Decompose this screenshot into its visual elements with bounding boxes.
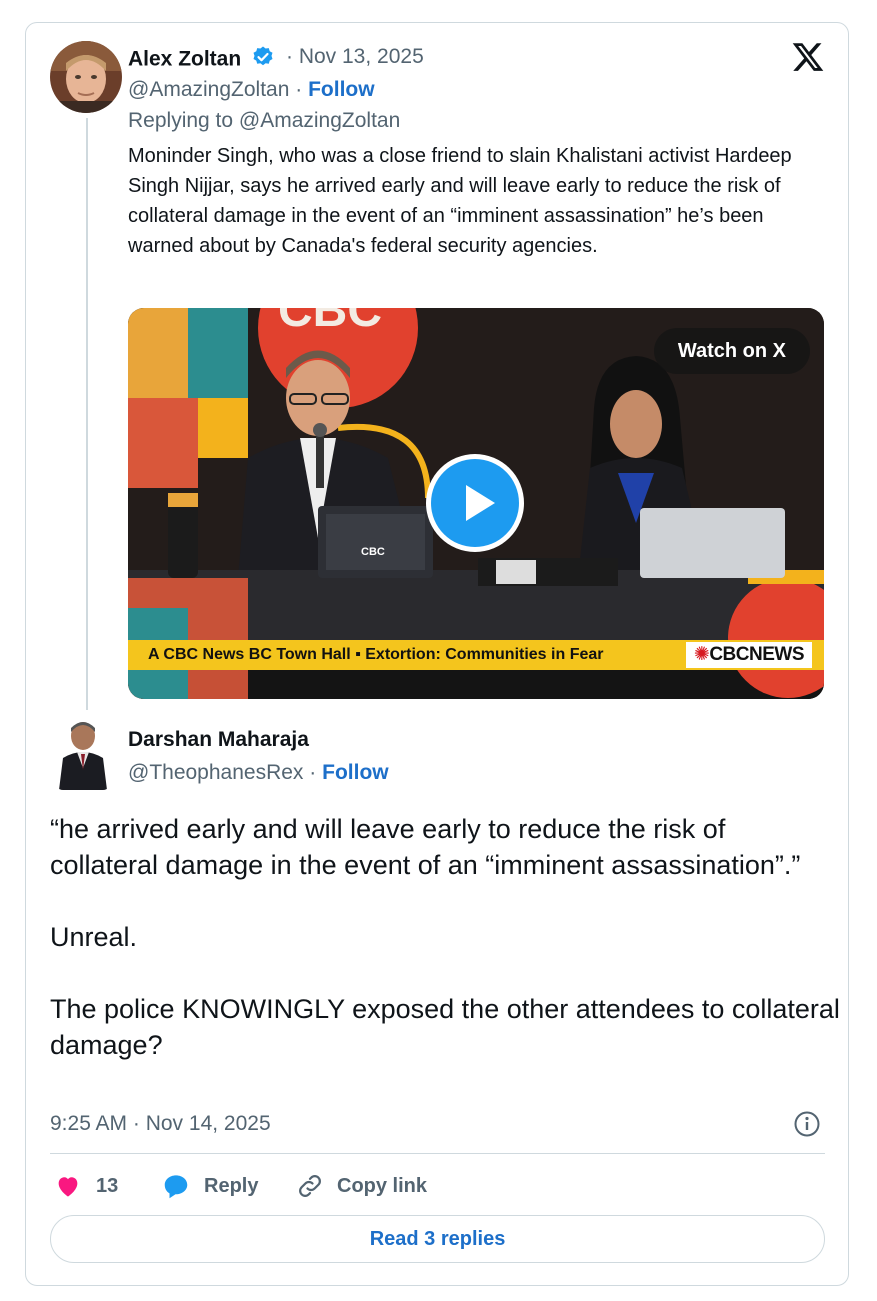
main-handle-row: @TheophanesRex · Follow — [128, 761, 389, 785]
heart-icon — [58, 1177, 78, 1197]
link-icon — [299, 1175, 321, 1197]
video-player[interactable]: CBC CBC Watch on X A CBC News BC Town Ha… — [128, 308, 824, 699]
main-tweet-text: “he arrived early and will leave early t… — [50, 814, 840, 1060]
follow-button[interactable]: Follow — [308, 78, 375, 101]
info-icon[interactable] — [793, 1110, 821, 1143]
main-timestamp[interactable]: 9:25 AM · Nov 14, 2025 — [50, 1112, 271, 1136]
reply-bubble-icon — [164, 1175, 188, 1199]
background-cbc-logo: CBC — [278, 308, 382, 337]
actions-divider — [50, 1153, 825, 1154]
main-handle[interactable]: @TheophanesRex — [128, 761, 303, 784]
cbc-news-logo: ✺CBCNEWS — [685, 642, 812, 668]
watch-on-x-button[interactable]: Watch on X — [653, 328, 810, 374]
news-ticker-bar: A CBC News BC Town Hall ▪ Extortion: Com… — [128, 640, 824, 670]
x-logo-icon[interactable] — [791, 40, 825, 79]
reply-author-name-text[interactable]: Alex Zoltan — [128, 48, 241, 71]
copy-link-action[interactable]: Copy link — [295, 1170, 427, 1202]
play-button[interactable] — [426, 454, 524, 552]
like-action[interactable]: 13 — [54, 1170, 118, 1202]
cbc-news-label: CBCNEWS — [709, 644, 804, 665]
read-replies-button[interactable]: Read 3 replies — [50, 1215, 825, 1263]
play-icon — [431, 459, 519, 547]
alex-zoltan-avatar[interactable] — [50, 41, 122, 113]
like-count: 13 — [96, 1174, 119, 1197]
reply-author-name[interactable]: Alex Zoltan — [128, 45, 275, 75]
copy-link-label: Copy link — [337, 1174, 428, 1197]
follow-button[interactable]: Follow — [322, 761, 389, 784]
separator-dot: · — [295, 78, 303, 101]
reply-handle-row: @AmazingZoltan · Follow — [128, 78, 375, 102]
laptop-cbc-label: CBC — [361, 546, 385, 558]
reply-handle[interactable]: @AmazingZoltan — [128, 78, 289, 101]
verified-badge-icon — [251, 45, 275, 75]
thread-connector-line — [86, 118, 88, 710]
cbc-gem-icon: ✺ — [693, 644, 710, 665]
separator-dot: · — [309, 761, 317, 784]
ticker-text: A CBC News BC Town Hall ▪ Extortion: Com… — [148, 646, 604, 663]
reply-label: Reply — [204, 1174, 259, 1197]
darshan-maharaja-avatar[interactable] — [55, 716, 111, 790]
reply-tweet-text: Moninder Singh, who was a close friend t… — [128, 145, 792, 257]
replying-to-label[interactable]: Replying to @AmazingZoltan — [128, 109, 400, 133]
reply-action[interactable]: Reply — [160, 1170, 258, 1202]
reply-date[interactable]: · Nov 13, 2025 — [286, 45, 424, 69]
main-author-name[interactable]: Darshan Maharaja — [128, 728, 309, 752]
